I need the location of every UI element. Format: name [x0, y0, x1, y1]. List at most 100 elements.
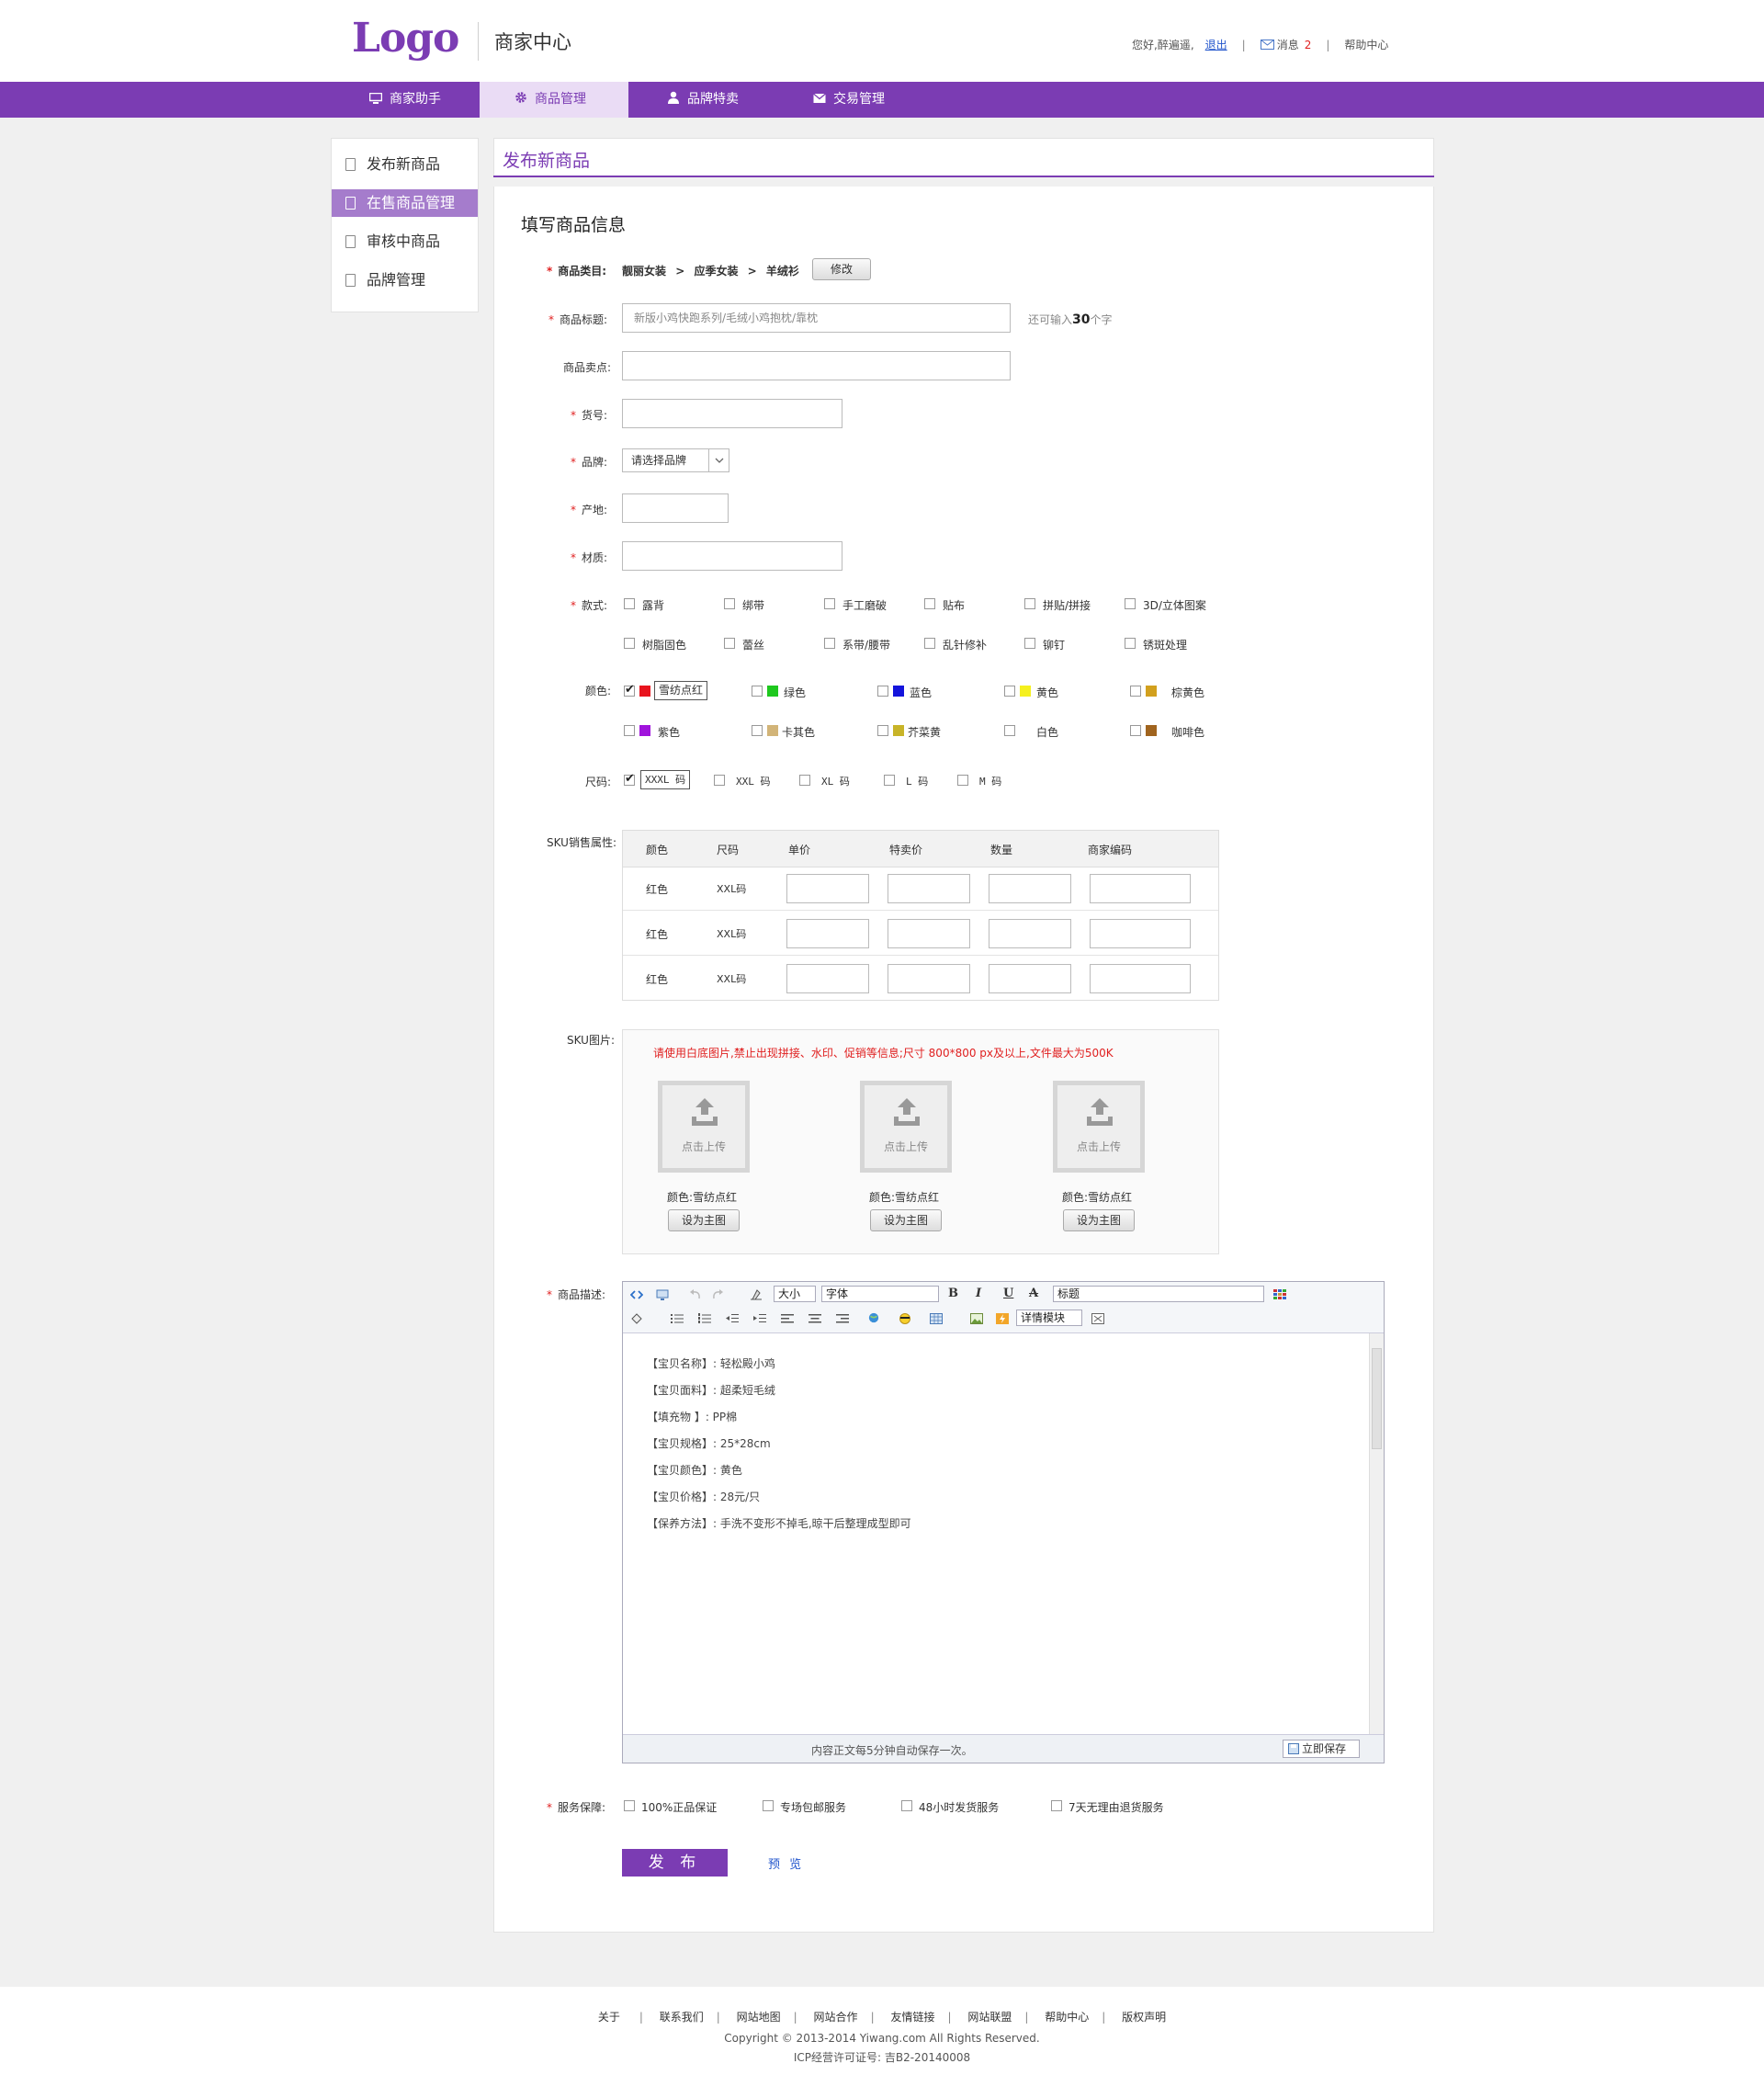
product-title-input[interactable]: 新版小鸡快跑系列/毛绒小鸡抱枕/靠枕	[622, 303, 1011, 333]
footer-link-sitemap[interactable]: 网站地图	[737, 2011, 781, 2024]
material-input[interactable]	[622, 541, 842, 571]
style-checkbox[interactable]	[924, 638, 935, 649]
footer-link-about[interactable]: 关于	[598, 2011, 620, 2024]
modify-category-button[interactable]: 修改	[812, 258, 871, 280]
style-checkbox[interactable]	[724, 598, 735, 609]
undo-icon[interactable]	[689, 1289, 702, 1300]
publish-button[interactable]: 发 布	[622, 1849, 728, 1877]
quantity-input[interactable]	[989, 919, 1071, 948]
strikethrough-button[interactable]: A	[1029, 1287, 1038, 1300]
footer-link-help[interactable]: 帮助中心	[1045, 2011, 1089, 2024]
detail-module-select[interactable]: 详情模块	[1016, 1310, 1082, 1326]
outdent-icon[interactable]	[726, 1313, 739, 1324]
size-checkbox[interactable]	[799, 775, 810, 786]
style-checkbox[interactable]	[724, 638, 735, 649]
font-size-select[interactable]: 大小	[774, 1286, 816, 1302]
color-checkbox[interactable]	[877, 686, 888, 697]
align-center-icon[interactable]	[808, 1313, 821, 1324]
footer-link-copyright[interactable]: 版权声明	[1122, 2011, 1166, 2024]
selling-point-input[interactable]	[622, 351, 1011, 380]
style-checkbox[interactable]	[1024, 638, 1035, 649]
brand-select[interactable]: 请选择品牌	[622, 448, 729, 472]
style-checkbox[interactable]	[824, 638, 835, 649]
italic-button[interactable]: I	[976, 1287, 981, 1300]
fullscreen-icon[interactable]	[1091, 1313, 1104, 1324]
upload-image-button[interactable]: 点击上传	[658, 1081, 750, 1173]
color-checkbox[interactable]	[624, 725, 635, 736]
origin-input[interactable]	[622, 493, 729, 523]
help-center-link[interactable]: 帮助中心	[1344, 37, 1388, 52]
size-checkbox[interactable]	[624, 772, 635, 786]
sidebar-item-on-sale[interactable]: 在售商品管理	[332, 189, 478, 217]
unit-price-input[interactable]	[786, 919, 869, 948]
footer-link-contact[interactable]: 联系我们	[660, 2011, 704, 2024]
service-checkbox[interactable]	[901, 1800, 912, 1811]
style-checkbox[interactable]	[824, 598, 835, 609]
insert-table-icon[interactable]	[930, 1313, 943, 1324]
nav-item-merchant-assistant[interactable]: 商家助手	[369, 82, 441, 118]
color-checkbox[interactable]	[1004, 686, 1015, 697]
merchant-code-input[interactable]	[1090, 919, 1191, 948]
underline-button[interactable]: U	[1003, 1287, 1013, 1300]
style-checkbox[interactable]	[624, 598, 635, 609]
paint-bucket-icon[interactable]	[630, 1313, 643, 1324]
clear-format-icon[interactable]	[750, 1289, 763, 1300]
set-main-image-button[interactable]: 设为主图	[870, 1209, 942, 1231]
table-icon[interactable]	[1273, 1289, 1286, 1300]
style-checkbox[interactable]	[1024, 598, 1035, 609]
editor-scrollbar[interactable]	[1369, 1333, 1384, 1734]
color-checkbox[interactable]	[1130, 686, 1141, 697]
upload-image-button[interactable]: 点击上传	[1053, 1081, 1145, 1173]
messages-link[interactable]: 消息 2	[1260, 37, 1311, 52]
align-left-icon[interactable]	[781, 1313, 794, 1324]
set-main-image-button[interactable]: 设为主图	[1063, 1209, 1135, 1231]
bullet-list-icon[interactable]	[671, 1313, 684, 1324]
footer-link-alliance[interactable]: 网站联盟	[967, 2011, 1012, 2024]
heading-select[interactable]: 标题	[1053, 1286, 1264, 1302]
style-checkbox[interactable]	[1125, 638, 1136, 649]
link-globe-icon[interactable]	[867, 1312, 880, 1323]
sale-price-input[interactable]	[888, 919, 970, 948]
scrollbar-thumb[interactable]	[1372, 1348, 1382, 1449]
quantity-input[interactable]	[989, 874, 1071, 903]
footer-link-cooperation[interactable]: 网站合作	[814, 2011, 858, 2024]
align-right-icon[interactable]	[836, 1313, 849, 1324]
unit-price-input[interactable]	[786, 874, 869, 903]
set-main-image-button[interactable]: 设为主图	[668, 1209, 740, 1231]
service-checkbox[interactable]	[1051, 1800, 1062, 1811]
indent-icon[interactable]	[753, 1313, 766, 1324]
sidebar-item-under-review[interactable]: 审核中商品	[332, 228, 478, 255]
emoticon-icon[interactable]	[899, 1313, 911, 1324]
service-checkbox[interactable]	[624, 1800, 635, 1811]
nav-item-product-management[interactable]: 商品管理	[480, 82, 628, 118]
logout-link[interactable]: 退出	[1205, 37, 1227, 52]
color-checkbox[interactable]	[1004, 725, 1015, 736]
sale-price-input[interactable]	[888, 874, 970, 903]
merchant-code-input[interactable]	[1090, 964, 1191, 993]
style-checkbox[interactable]	[1125, 598, 1136, 609]
sidebar-item-brand-management[interactable]: 品牌管理	[332, 266, 478, 294]
size-checkbox[interactable]	[714, 775, 725, 786]
sidebar-item-publish-new[interactable]: 发布新商品	[332, 151, 478, 178]
numbered-list-icon[interactable]	[698, 1313, 711, 1324]
color-checkbox[interactable]	[1130, 725, 1141, 736]
color-checkbox[interactable]	[752, 686, 763, 697]
quantity-input[interactable]	[989, 964, 1071, 993]
style-checkbox[interactable]	[924, 598, 935, 609]
unit-price-input[interactable]	[786, 964, 869, 993]
style-checkbox[interactable]	[624, 638, 635, 649]
color-name-input[interactable]: 雪纺点红	[654, 681, 708, 700]
size-checkbox[interactable]	[957, 775, 968, 786]
nav-item-brand-sale[interactable]: 品牌特卖	[667, 82, 739, 118]
editor-content[interactable]: 【宝贝名称】: 轻松殿小鸡 【宝贝面料】: 超柔短毛绒 【填充物 】: PP棉 …	[623, 1333, 1367, 1734]
merchant-code-input[interactable]	[1090, 874, 1191, 903]
footer-link-friend-links[interactable]: 友情链接	[890, 2011, 934, 2024]
image-icon[interactable]	[970, 1313, 983, 1324]
item-number-input[interactable]	[622, 399, 842, 428]
logo[interactable]: Logo	[352, 15, 459, 62]
upload-image-button[interactable]: 点击上传	[860, 1081, 952, 1173]
redo-icon[interactable]	[711, 1289, 724, 1300]
font-family-select[interactable]: 字体	[821, 1286, 939, 1302]
save-now-button[interactable]: 立即保存	[1283, 1740, 1360, 1758]
preview-link[interactable]: 预 览	[768, 1854, 804, 1872]
